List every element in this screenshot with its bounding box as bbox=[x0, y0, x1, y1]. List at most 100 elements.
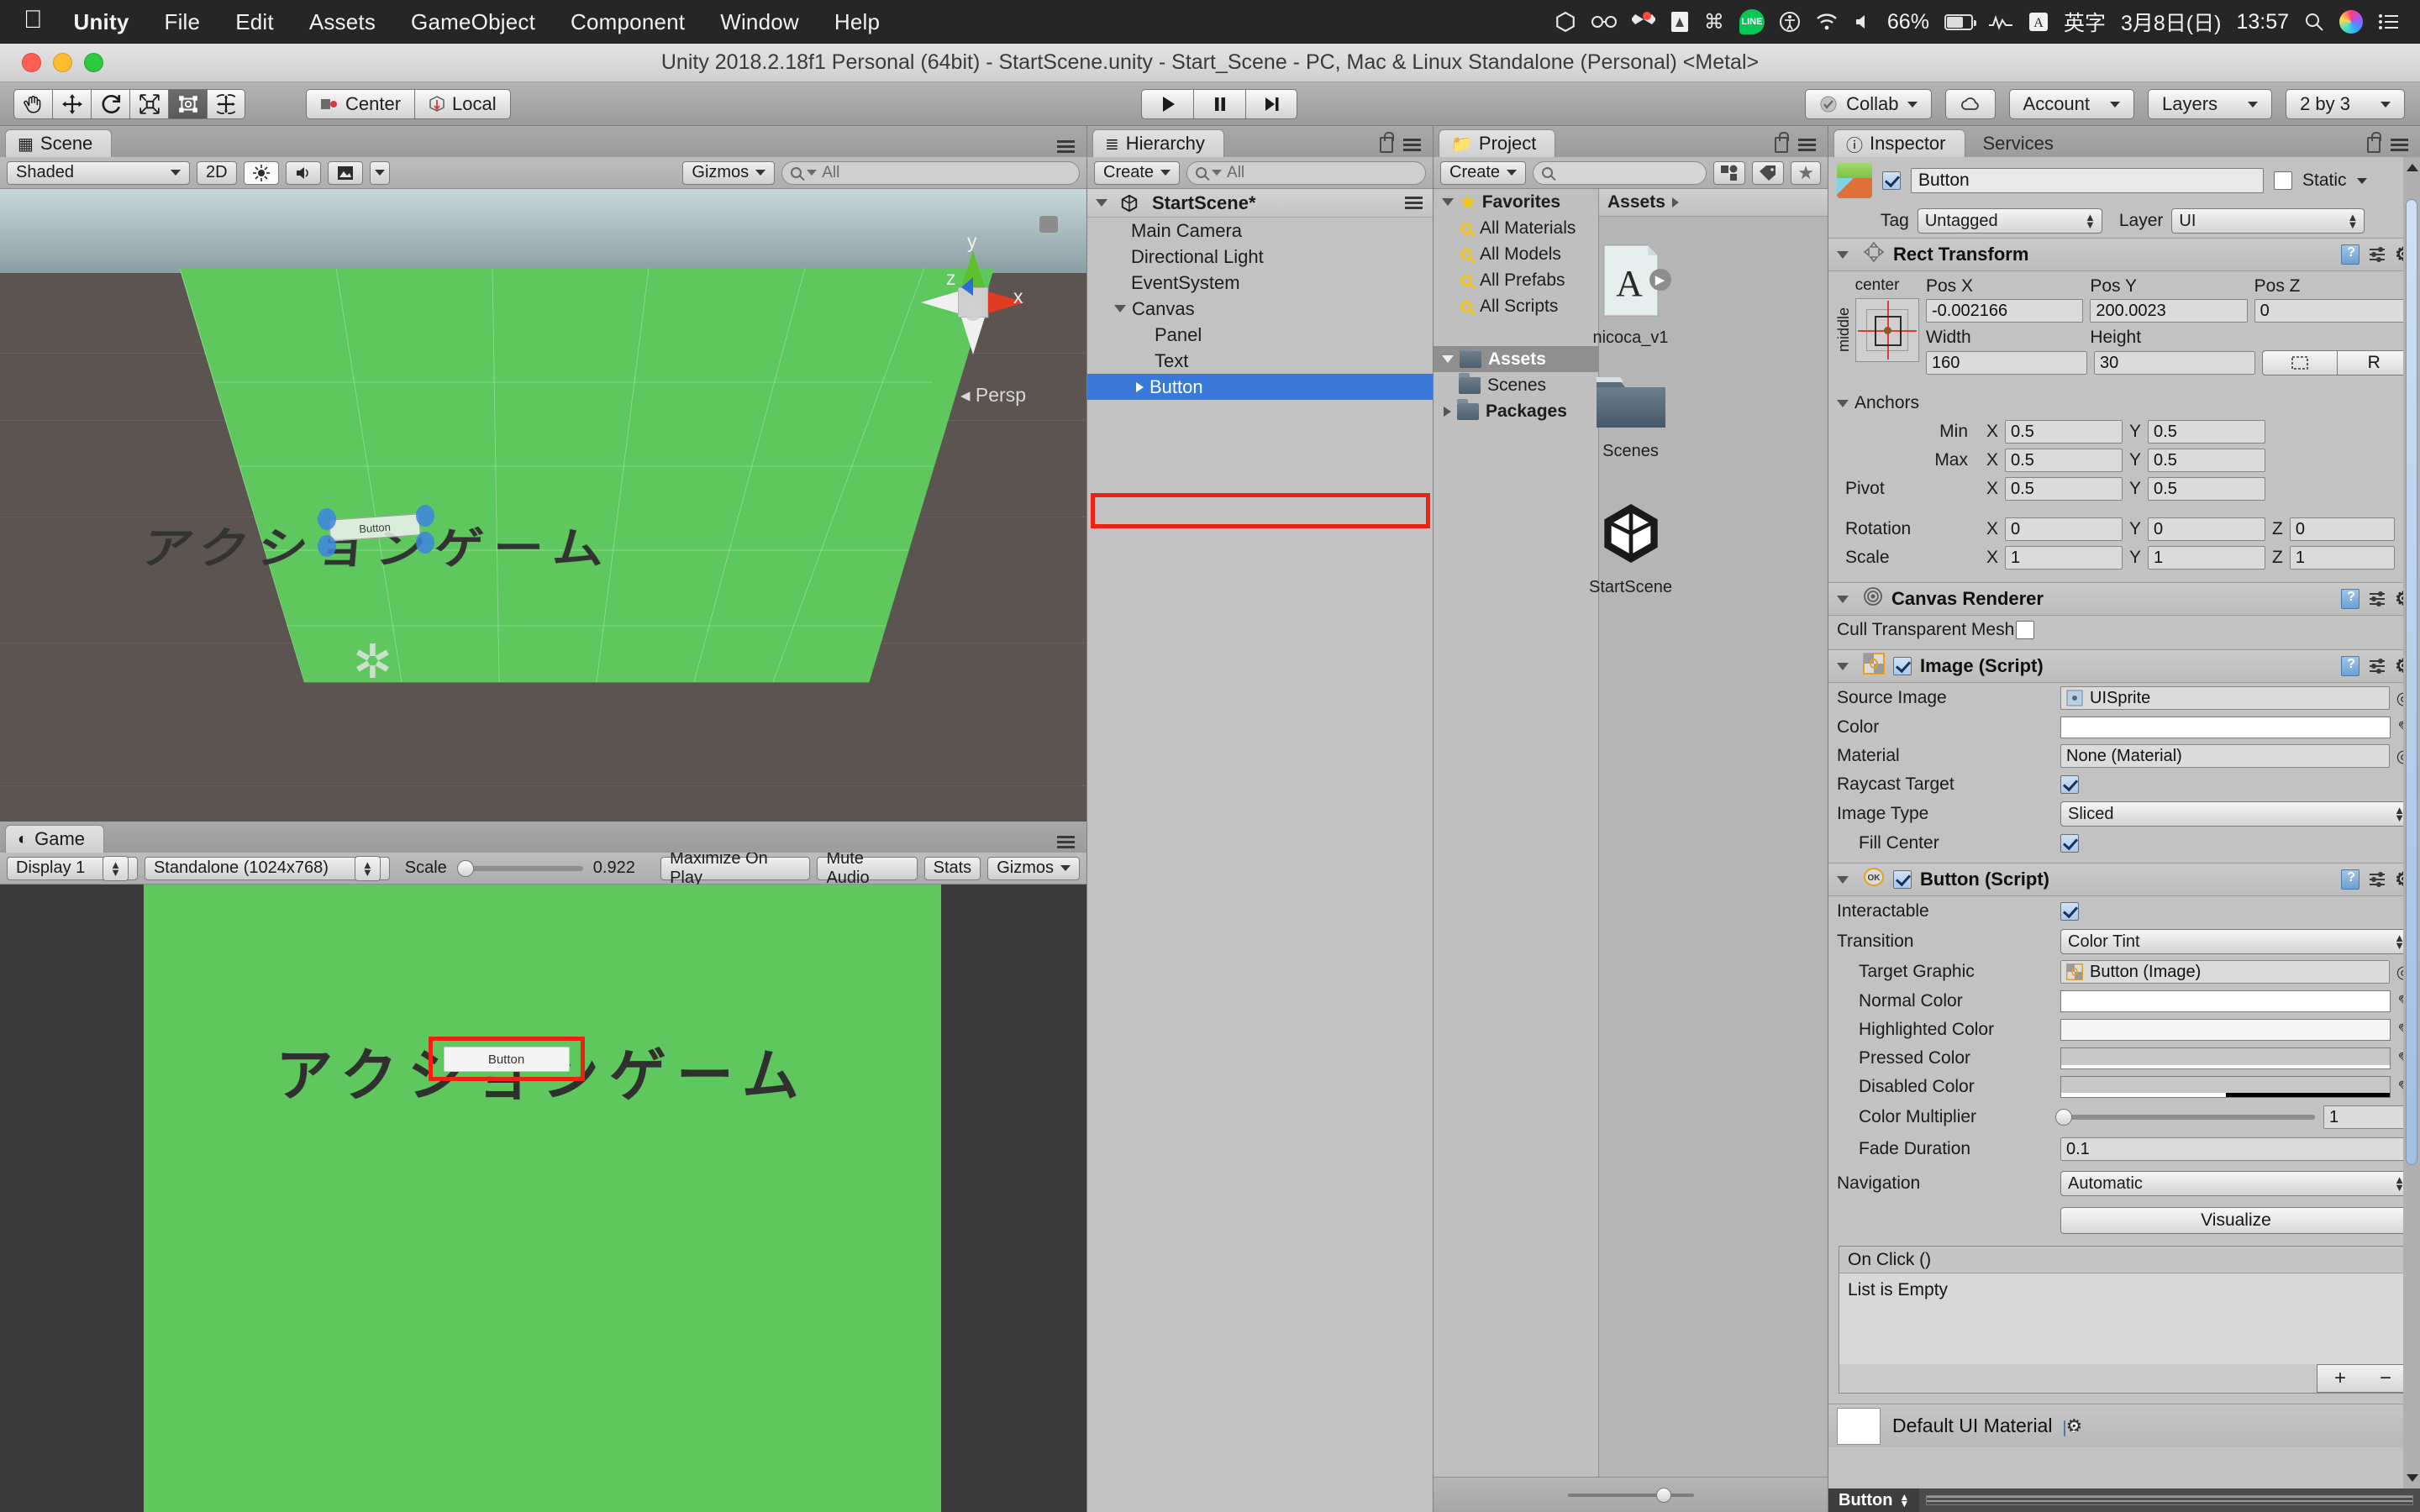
tab-inspector[interactable]: ⓘ Inspector bbox=[1833, 129, 1965, 157]
dropbox-icon[interactable] bbox=[1631, 12, 1655, 32]
help-icon[interactable] bbox=[2341, 589, 2360, 609]
hierarchy-tree[interactable]: StartScene* Main Camera Directional Ligh… bbox=[1087, 189, 1433, 1512]
chevron-down-icon[interactable] bbox=[1837, 399, 1849, 407]
stats-toggle[interactable]: Stats bbox=[923, 856, 981, 880]
disabled-color-swatch[interactable] bbox=[2060, 1076, 2391, 1098]
fill-center-checkbox[interactable] bbox=[2060, 834, 2079, 853]
scene-fx-dropdown[interactable] bbox=[369, 160, 390, 185]
inspector-options-menu-icon[interactable] bbox=[2391, 139, 2408, 151]
mute-audio-toggle[interactable]: Mute Audio bbox=[817, 849, 918, 887]
inspector-scroll-thumb[interactable] bbox=[2406, 199, 2417, 1165]
chevron-down-icon[interactable] bbox=[1442, 198, 1454, 206]
preset-icon[interactable] bbox=[2368, 590, 2386, 608]
game-ui-button[interactable]: Button bbox=[443, 1047, 570, 1072]
battery-icon[interactable] bbox=[1944, 13, 1976, 30]
menu-assets[interactable]: Assets bbox=[292, 9, 393, 35]
chevron-down-icon[interactable] bbox=[1837, 875, 1849, 884]
help-icon[interactable] bbox=[2341, 656, 2360, 676]
activity-monitor-icon[interactable] bbox=[1988, 13, 2013, 30]
scene-fx-toggle[interactable] bbox=[327, 160, 363, 185]
lock-icon[interactable] bbox=[1380, 132, 1394, 153]
scale-y-input[interactable]: 1 bbox=[2148, 546, 2266, 570]
cloud-button[interactable] bbox=[1944, 89, 1996, 119]
control-center-icon[interactable] bbox=[2378, 13, 2400, 31]
hierarchy-create-button[interactable]: Create bbox=[1094, 160, 1181, 185]
game-gizmos-dropdown[interactable]: Gizmos bbox=[987, 856, 1080, 880]
apple-logo-icon[interactable]:  bbox=[24, 6, 56, 38]
rotate-tool-button[interactable] bbox=[91, 88, 129, 119]
image-type-dropdown[interactable]: Sliced ▲ ▼ bbox=[2060, 801, 2412, 827]
raycast-target-checkbox[interactable] bbox=[2060, 775, 2079, 794]
line-icon[interactable]: LINE bbox=[1739, 9, 1765, 34]
visualize-button[interactable]: Visualize bbox=[2060, 1207, 2412, 1234]
onclick-remove-button[interactable]: − bbox=[2380, 1367, 2391, 1390]
component-header-canvas-renderer[interactable]: Canvas Renderer ⚙ bbox=[1828, 582, 2420, 616]
pause-button[interactable] bbox=[1193, 89, 1245, 119]
lock-icon[interactable] bbox=[2367, 132, 2381, 153]
image-color-swatch[interactable] bbox=[2060, 717, 2391, 738]
toggle-2d-button[interactable]: 2D bbox=[197, 160, 237, 185]
asset-item-startscene[interactable]: StartScene bbox=[1434, 500, 1828, 597]
scene-viewport[interactable]: アクションゲーム Button ✲ y z x ◂ Persp bbox=[0, 189, 1086, 822]
scene-search-input[interactable]: All bbox=[781, 160, 1080, 185]
handle-space-button[interactable]: Local bbox=[414, 88, 511, 119]
color-multiplier-input[interactable]: 1 bbox=[2323, 1105, 2412, 1129]
lock-icon[interactable] bbox=[1775, 132, 1789, 153]
game-viewport[interactable]: アクションゲーム Button bbox=[0, 885, 1086, 1512]
pivot-x-input[interactable]: 0.5 bbox=[2005, 477, 2123, 501]
preset-icon[interactable] bbox=[2368, 657, 2386, 675]
asset-item-nicoca-v1[interactable]: A ▶ nicoca_v1 bbox=[1434, 244, 1828, 348]
rect-handle-dot[interactable] bbox=[416, 505, 434, 527]
hierarchy-item-text[interactable]: Text bbox=[1087, 348, 1433, 374]
scene-lock-icon[interactable] bbox=[1039, 216, 1058, 233]
asset-item-scenes[interactable]: Scenes bbox=[1434, 372, 1828, 461]
chevron-down-icon[interactable] bbox=[1837, 662, 1849, 670]
project-zoom-knob[interactable] bbox=[1655, 1487, 1671, 1503]
game-aspect-dropdown[interactable]: Standalone (1024x768) ▲ ▼ bbox=[144, 855, 390, 881]
rotation-z-input[interactable]: 0 bbox=[2289, 517, 2395, 541]
chevron-down-icon[interactable] bbox=[1096, 199, 1107, 207]
rotation-y-input[interactable]: 0 bbox=[2148, 517, 2266, 541]
layout-button[interactable]: 2 by 3 bbox=[2286, 89, 2405, 119]
volume-icon[interactable] bbox=[1854, 13, 1872, 31]
menu-gameobject[interactable]: GameObject bbox=[393, 9, 553, 35]
anchor-preset-box[interactable] bbox=[1855, 298, 1919, 362]
component-header-rect-transform[interactable]: Rect Transform ⚙ bbox=[1828, 238, 2420, 271]
scale-tool-button[interactable] bbox=[129, 88, 168, 119]
navigation-dropdown[interactable]: Automatic ▲ ▼ bbox=[2060, 1171, 2412, 1196]
preset-icon[interactable] bbox=[2368, 245, 2386, 264]
chevron-down-icon[interactable] bbox=[1837, 595, 1849, 603]
chevron-right-icon[interactable] bbox=[1671, 197, 1679, 207]
width-input[interactable]: 160 bbox=[1926, 351, 2087, 375]
onclick-add-button[interactable]: + bbox=[2334, 1367, 2346, 1390]
blueprint-mode-button[interactable] bbox=[2262, 350, 2338, 375]
hierarchy-item-eventsystem[interactable]: EventSystem bbox=[1087, 270, 1433, 296]
chevron-down-icon[interactable] bbox=[1442, 355, 1454, 363]
source-image-field[interactable]: UISprite bbox=[2060, 686, 2390, 710]
input-source-badge-icon[interactable]: A bbox=[2028, 12, 2049, 32]
pivot-y-input[interactable]: 0.5 bbox=[2148, 477, 2266, 501]
project-create-button[interactable]: Create bbox=[1440, 160, 1527, 185]
scale-slider-knob[interactable] bbox=[456, 859, 474, 877]
project-favorite-all-materials[interactable]: All Materials bbox=[1434, 215, 1598, 241]
button-enabled-checkbox[interactable] bbox=[1893, 870, 1912, 889]
anchor-min-x-input[interactable]: 0.5 bbox=[2005, 420, 2123, 444]
help-icon[interactable] bbox=[2341, 869, 2360, 890]
help-icon[interactable] bbox=[2341, 244, 2360, 265]
shading-mode-dropdown[interactable]: Shaded bbox=[7, 160, 190, 185]
color-multiplier-slider[interactable] bbox=[2055, 1109, 2315, 1126]
normal-color-swatch[interactable] bbox=[2060, 990, 2391, 1012]
hierarchy-item-panel[interactable]: Panel bbox=[1087, 322, 1433, 348]
scene-gizmos-dropdown[interactable]: Gizmos bbox=[682, 160, 776, 185]
hierarchy-item-button[interactable]: Button bbox=[1087, 374, 1433, 400]
pressed-color-swatch[interactable] bbox=[2060, 1047, 2391, 1069]
project-filter-label-button[interactable] bbox=[1752, 160, 1785, 185]
tab-game[interactable]: ◐ Game bbox=[5, 825, 105, 853]
project-search-input[interactable] bbox=[1533, 160, 1707, 185]
scale-z-input[interactable]: 1 bbox=[2289, 546, 2395, 570]
scene-lighting-toggle[interactable] bbox=[243, 160, 279, 185]
project-favorites-row[interactable]: ★ Favorites bbox=[1434, 189, 1598, 215]
move-tool-button[interactable] bbox=[52, 88, 91, 119]
target-graphic-field[interactable]: Button (Image) bbox=[2060, 960, 2390, 984]
menu-window[interactable]: Window bbox=[702, 9, 817, 35]
